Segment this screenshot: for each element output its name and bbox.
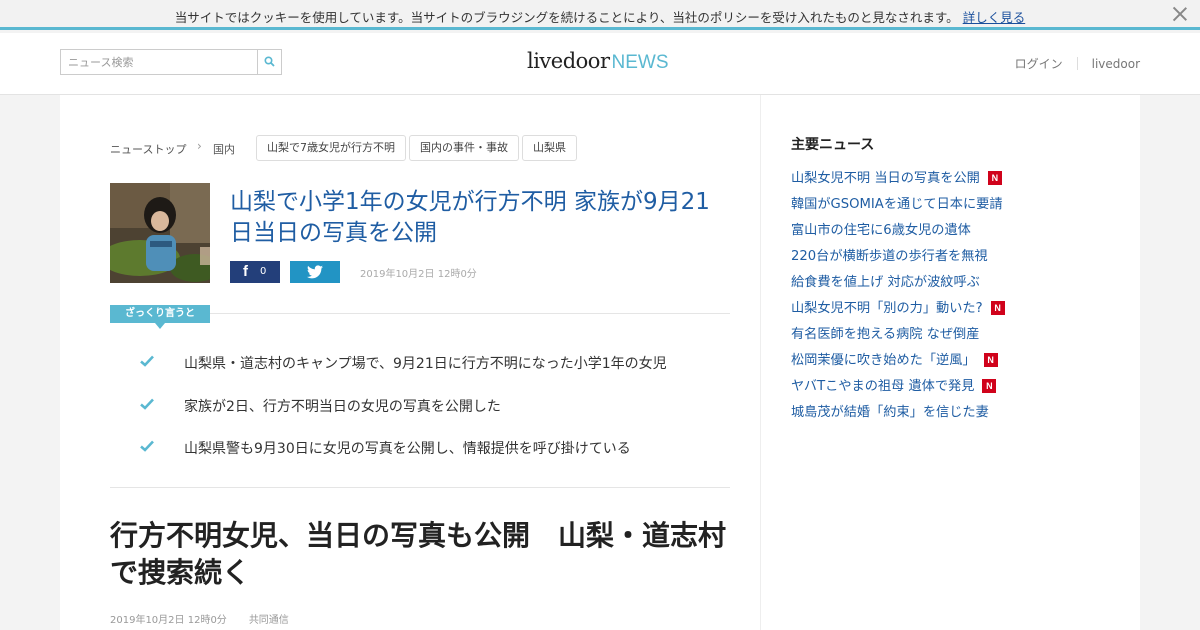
close-icon[interactable] (1172, 6, 1188, 22)
breadcrumb-news-top[interactable]: ニューストップ (110, 141, 186, 157)
search-box (60, 49, 282, 75)
site-logo[interactable]: livedoor NEWS (527, 49, 669, 77)
thumbnail-image (110, 183, 210, 283)
login-link[interactable]: ログイン (1015, 57, 1063, 71)
article-date: 2019年10月2日 12時0分 (110, 615, 227, 626)
check-icon (140, 440, 154, 452)
twitter-share-button[interactable] (290, 261, 340, 283)
twitter-icon (307, 265, 323, 279)
summary-label: ざっくり言うと (110, 305, 210, 329)
sidebar-news-item: 山梨女児不明「別の力」動いた? N (791, 297, 1111, 323)
livedoor-link[interactable]: livedoor (1092, 57, 1140, 71)
search-button[interactable] (257, 50, 281, 74)
site-header: livedoorNEWS ログインlivedoor (0, 33, 1200, 95)
chevron-right-icon: › (197, 139, 202, 153)
sidebar-title: 主要ニュース (791, 137, 875, 153)
breadcrumb-domestic[interactable]: 国内 (213, 141, 235, 157)
sidebar-news-item: 220台が横断歩道の歩行者を無視 (791, 245, 1111, 271)
facebook-icon: f (243, 263, 248, 280)
sidebar-news-item: 有名医師を抱える病院 なぜ倒産 (791, 323, 1111, 349)
topic-tag[interactable]: 国内の事件・事故 (409, 135, 519, 161)
cookie-text: 当サイトではクッキーを使用しています。当サイトのブラウジングを続けることにより、… (174, 10, 959, 25)
sidebar-news-link[interactable]: 山梨女児不明 当日の写真を公開 (791, 171, 980, 186)
logo-main-text: livedoor (527, 49, 610, 73)
sidebar-news-item: 給食費を値上げ 対応が波紋呼ぶ (791, 271, 1111, 297)
major-news-list: 山梨女児不明 当日の写真を公開 N 韓国がGSOMIAを通じて日本に要請 富山市の住宅… (791, 167, 1111, 427)
new-badge: N (982, 379, 997, 393)
summary-item: 家族が2日、行方不明当日の女児の写真を公開した (140, 394, 740, 418)
sidebar-news-item: 松岡茉優に吹き始めた「逆風」 N (791, 349, 1111, 375)
search-input[interactable] (61, 50, 257, 74)
cookie-banner: 当サイトではクッキーを使用しています。当サイトのブラウジングを続けることにより、… (0, 0, 1200, 30)
article-thumbnail[interactable] (110, 183, 210, 283)
new-badge: N (983, 353, 998, 367)
new-badge: N (987, 171, 1002, 185)
sidebar: 主要ニュース 山梨女児不明 当日の写真を公開 N 韓国がGSOMIAを通じて日本に要… (760, 95, 1140, 630)
facebook-share-button[interactable]: f 0 (230, 261, 280, 283)
article-headline[interactable]: 山梨で小学1年の女児が行方不明 家族が9月21日当日の写真を公開 (230, 187, 730, 249)
divider (1076, 57, 1078, 70)
sidebar-news-link[interactable]: 給食費を値上げ 対応が波紋呼ぶ (791, 275, 980, 290)
topic-tag[interactable]: 山梨県 (522, 135, 577, 161)
headline-date: 2019年10月2日 12時0分 (360, 269, 477, 280)
topic-tag[interactable]: 山梨で7歳女児が行方不明 (256, 135, 406, 161)
article-title: 行方不明女児、当日の写真も公開 山梨・道志村で捜索続く (110, 519, 727, 589)
sidebar-news-item: 山梨女児不明 当日の写真を公開 N (791, 167, 1111, 193)
sidebar-news-link[interactable]: 山梨女児不明「別の力」動いた? (791, 301, 983, 316)
sidebar-news-link[interactable]: 韓国がGSOMIAを通じて日本に要請 (791, 197, 1003, 212)
article-column: ニューストップ › 国内 山梨で7歳女児が行方不明 国内の事件・事故 山梨県 山… (60, 95, 760, 630)
divider (110, 487, 730, 488)
article-meta: 2019年10月2日 12時0分 共同通信 (110, 611, 289, 626)
search-icon (264, 56, 275, 67)
summary-text: 山梨県・道志村のキャンプ場で、9月21日に行方不明になった小学1年の女児 (184, 356, 667, 372)
facebook-share-count: 0 (260, 266, 267, 277)
sidebar-news-link[interactable]: 有名医師を抱える病院 なぜ倒産 (791, 327, 979, 342)
sidebar-news-item: 韓国がGSOMIAを通じて日本に要請 (791, 193, 1111, 219)
sidebar-news-item: ヤバTこやまの祖母 遺体で発見 N (791, 375, 1111, 401)
summary-item: 山梨県警も9月30日に女児の写真を公開し、情報提供を呼び掛けている (140, 436, 740, 460)
header-links: ログイン livedoor (1015, 55, 1140, 72)
sidebar-news-link[interactable]: 220台が横断歩道の歩行者を無視 (791, 249, 988, 264)
cookie-details-link[interactable]: 詳しく見る (963, 10, 1026, 25)
article-source[interactable]: 共同通信 (249, 615, 289, 626)
logo-sub-text: NEWS (611, 52, 669, 73)
summary-text: 山梨県警も9月30日に女児の写真を公開し、情報提供を呼び掛けている (184, 441, 631, 457)
sidebar-news-item: 富山市の住宅に6歳女児の遺体 (791, 219, 1111, 245)
sidebar-news-item: 城島茂が結婚「約束」を信じた妻 (791, 401, 1111, 427)
sidebar-news-link[interactable]: 城島茂が結婚「約束」を信じた妻 (791, 405, 989, 420)
sidebar-news-link[interactable]: 富山市の住宅に6歳女児の遺体 (791, 223, 971, 238)
summary-text: 家族が2日、行方不明当日の女児の写真を公開した (184, 399, 501, 415)
sidebar-news-link[interactable]: ヤバTこやまの祖母 遺体で発見 (791, 379, 974, 394)
cookie-message: 当サイトではクッキーを使用しています。当サイトのブラウジングを続けることにより、… (0, 7, 1200, 26)
check-icon (140, 355, 154, 367)
divider (210, 313, 730, 314)
summary-item: 山梨県・道志村のキャンプ場で、9月21日に行方不明になった小学1年の女児 (140, 351, 740, 375)
sidebar-news-link[interactable]: 松岡茉優に吹き始めた「逆風」 (791, 353, 976, 368)
new-badge: N (990, 301, 1005, 315)
check-icon (140, 398, 154, 410)
